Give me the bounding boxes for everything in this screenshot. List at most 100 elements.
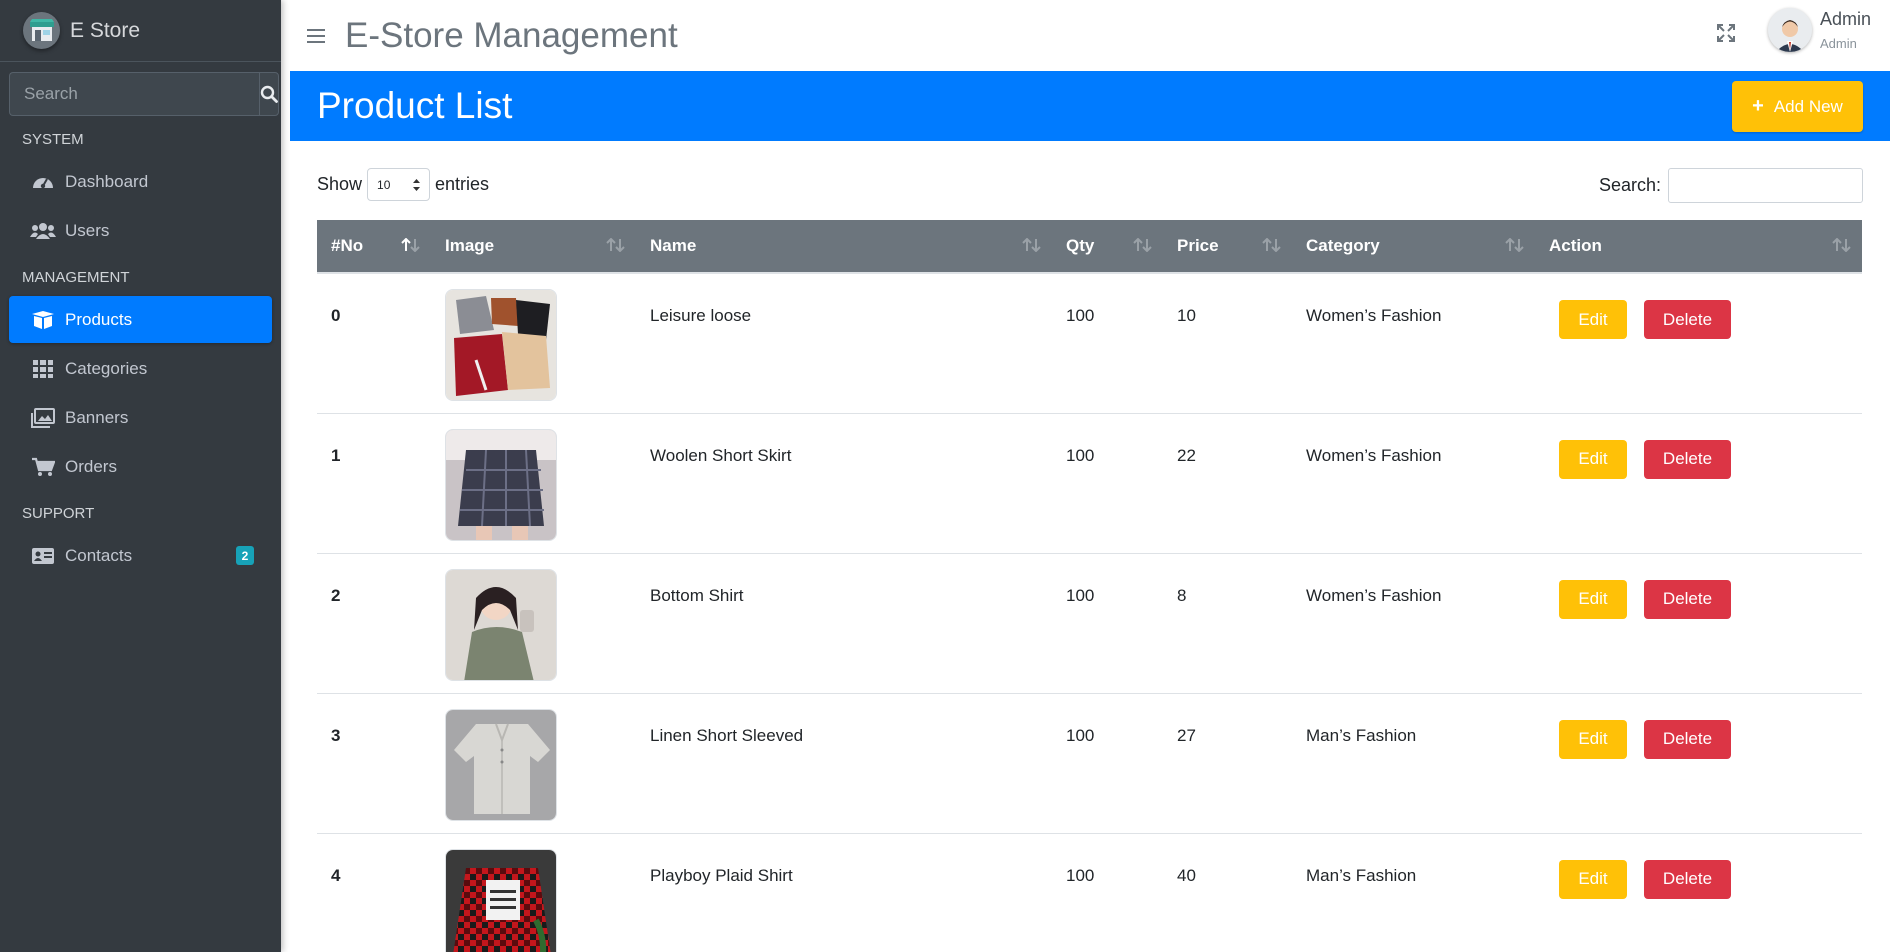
table-row: 0 Leisure loose 100 10 Women’s Fashion E…	[317, 273, 1862, 414]
edit-button[interactable]: Edit	[1559, 859, 1627, 899]
sidebar-item-label: Categories	[65, 358, 148, 378]
nav-header-system: SYSTEM	[22, 130, 84, 148]
product-price: 10	[1163, 273, 1292, 414]
column-header-image[interactable]: Image	[431, 220, 636, 274]
column-header-no[interactable]: #No	[317, 220, 431, 274]
product-category: Women’s Fashion	[1292, 413, 1535, 554]
store-logo-icon	[23, 12, 60, 49]
table-search-input[interactable]	[1668, 168, 1863, 203]
sort-icon	[606, 238, 625, 252]
sidebar-search-button[interactable]	[259, 72, 279, 116]
product-qty: 100	[1052, 833, 1163, 952]
sidebar-item-label: Contacts	[65, 545, 133, 565]
page-length-select[interactable]: 10	[367, 168, 431, 201]
row-number: 3	[317, 693, 431, 834]
select-arrows-icon	[413, 179, 421, 191]
delete-button[interactable]: Delete	[1644, 719, 1731, 759]
sidebar-search-input[interactable]	[9, 72, 259, 116]
delete-button[interactable]: Delete	[1644, 300, 1731, 339]
sidebar-item-label: Products	[65, 309, 133, 329]
product-price: 40	[1163, 833, 1292, 952]
table-search-label: Search:	[1598, 175, 1661, 195]
image-cell	[431, 833, 636, 952]
product-qty: 100	[1052, 273, 1163, 414]
address-card-icon	[30, 545, 56, 567]
app-title: E-Store Management	[345, 15, 678, 55]
column-label: Price	[1177, 236, 1219, 255]
sort-icon	[1133, 238, 1152, 252]
product-table: #No Image Name Qty Price Category Action…	[317, 220, 1862, 952]
sidebar: E Store SYSTEM Dashboard Users MANAGEMEN…	[0, 0, 281, 952]
page-length-value: 10	[377, 177, 391, 192]
edit-button[interactable]: Edit	[1559, 439, 1627, 479]
column-label: #No	[331, 236, 364, 255]
plus-icon: +	[1752, 95, 1764, 117]
column-header-action[interactable]: Action	[1535, 220, 1862, 274]
row-number: 2	[317, 553, 431, 694]
product-category: Man’s Fashion	[1292, 833, 1535, 952]
product-name: Linen Short Sleeved	[636, 693, 1052, 834]
edit-button[interactable]: Edit	[1559, 300, 1627, 339]
brand-name: E Store	[70, 18, 141, 42]
column-label: Category	[1306, 236, 1380, 255]
product-image	[445, 289, 557, 401]
product-image	[445, 428, 557, 541]
user-info: Admin Admin	[1820, 9, 1871, 51]
product-name: Playboy Plaid Shirt	[636, 833, 1052, 952]
row-number: 1	[317, 413, 431, 554]
sidebar-item-dashboard[interactable]: Dashboard	[9, 158, 272, 205]
add-new-button[interactable]: + Add New	[1732, 81, 1863, 132]
user-role: Admin	[1819, 36, 1857, 51]
table-row: 1 Woolen Short Skirt 100 22 Women’s Fash…	[317, 413, 1862, 554]
column-header-qty[interactable]: Qty	[1052, 220, 1163, 274]
edit-button[interactable]: Edit	[1559, 719, 1627, 759]
sidebar-item-users[interactable]: Users	[9, 207, 272, 254]
image-cell	[431, 553, 636, 694]
product-price: 8	[1163, 553, 1292, 694]
image-cell	[431, 413, 636, 554]
sidebar-search	[9, 72, 279, 116]
column-header-category[interactable]: Category	[1292, 220, 1535, 274]
column-label: Qty	[1066, 236, 1095, 255]
brand-link[interactable]: E Store	[0, 0, 281, 62]
users-icon	[30, 220, 56, 242]
top-navbar: E-Store Management Admin Admin	[281, 0, 1893, 71]
column-header-name[interactable]: Name	[636, 220, 1052, 274]
delete-button[interactable]: Delete	[1644, 859, 1731, 899]
column-header-price[interactable]: Price	[1163, 220, 1292, 274]
expand-icon[interactable]	[1717, 24, 1735, 47]
table-row: 4 Playboy Plaid Shirt 100 40 Man’s Fashi…	[317, 833, 1862, 952]
table-header-row: #No Image Name Qty Price Category Action	[317, 220, 1862, 274]
grid-icon	[30, 358, 56, 380]
action-cell: Edit Delete	[1535, 833, 1862, 952]
user-menu[interactable]: Admin Admin	[1767, 8, 1871, 52]
product-qty: 100	[1052, 693, 1163, 834]
sidebar-item-contacts[interactable]: Contacts 2	[9, 532, 272, 579]
sort-icon	[1262, 238, 1281, 252]
action-cell: Edit Delete	[1535, 413, 1862, 554]
product-image	[445, 568, 557, 681]
delete-button[interactable]: Delete	[1644, 579, 1731, 619]
sidebar-item-categories[interactable]: Categories	[9, 345, 272, 392]
product-price: 27	[1163, 693, 1292, 834]
image-cell	[431, 273, 636, 414]
column-label: Image	[445, 236, 495, 255]
nav-header-support: SUPPORT	[22, 504, 95, 522]
delete-button[interactable]: Delete	[1644, 439, 1731, 479]
sidebar-item-label: Orders	[65, 456, 117, 476]
nav-header-management: MANAGEMENT	[22, 268, 130, 286]
search-icon	[260, 85, 278, 103]
show-label: Show	[317, 174, 363, 194]
sidebar-item-orders[interactable]: Orders	[9, 443, 272, 490]
sidebar-item-label: Banners	[65, 407, 129, 427]
sort-asc-icon	[401, 238, 420, 252]
sidebar-item-banners[interactable]: Banners	[9, 394, 272, 441]
edit-button[interactable]: Edit	[1559, 579, 1627, 619]
sidebar-item-products[interactable]: Products	[9, 296, 272, 343]
hamburger-icon[interactable]	[307, 28, 325, 43]
product-table-wrapper: #No Image Name Qty Price Category Action…	[317, 220, 1862, 952]
sort-icon	[1022, 238, 1041, 252]
product-qty: 100	[1052, 553, 1163, 694]
page-title: Product List	[317, 85, 513, 126]
action-cell: Edit Delete	[1535, 273, 1862, 414]
